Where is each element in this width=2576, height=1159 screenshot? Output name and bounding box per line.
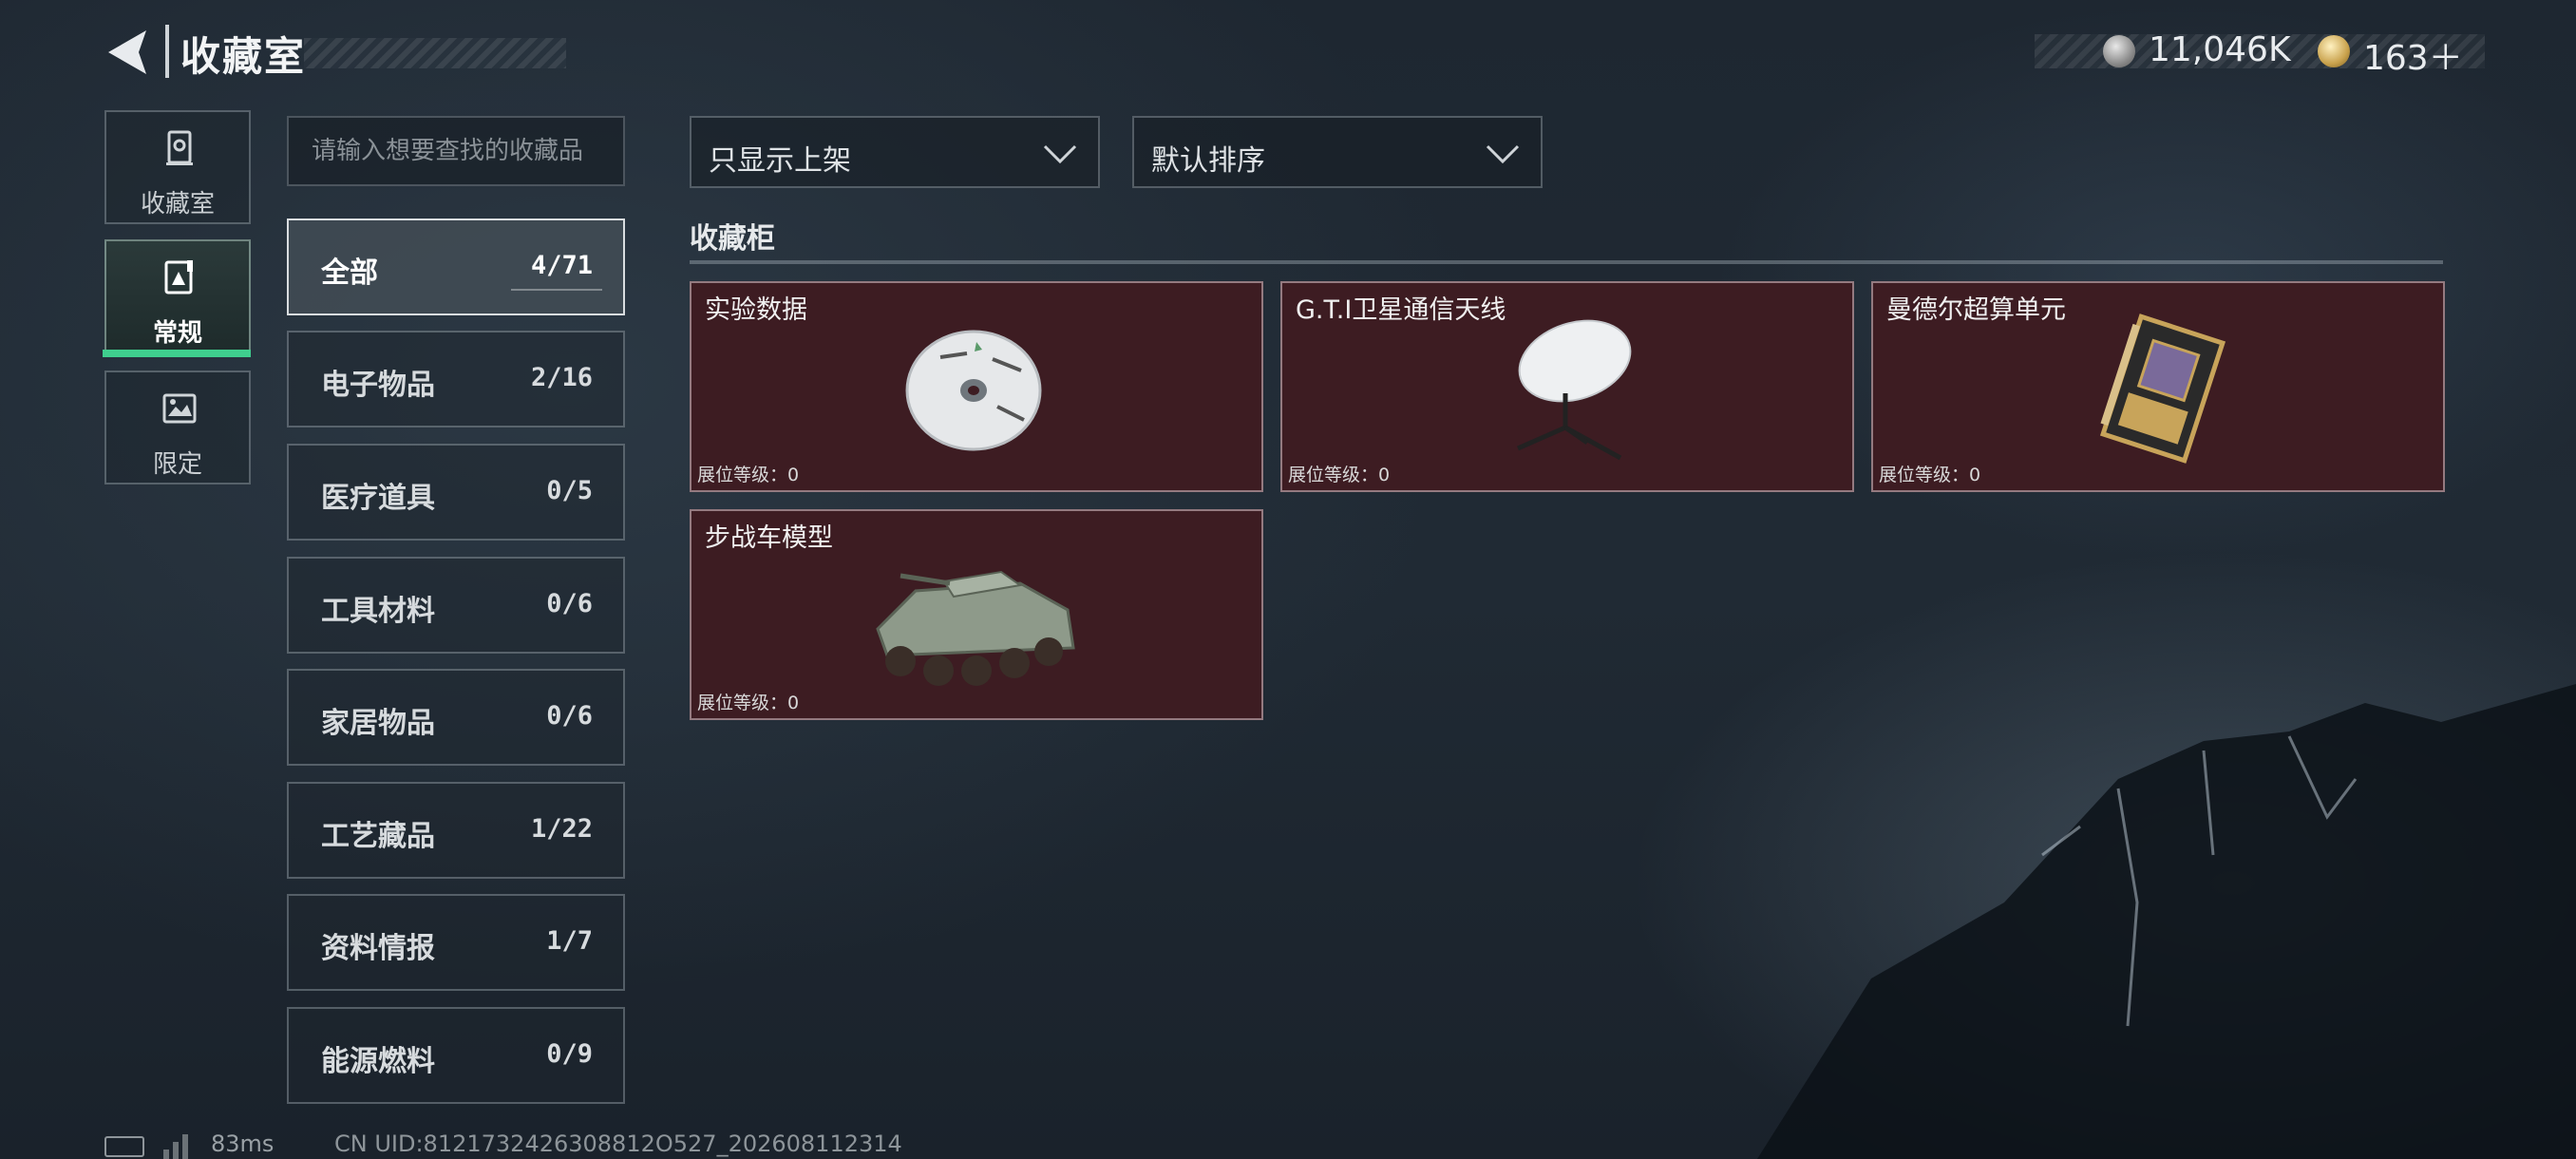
- chevron-down-icon: [1486, 144, 1520, 164]
- ping-value: 83ms: [211, 1130, 275, 1157]
- category-count: 0/5: [546, 476, 593, 505]
- item-card-satellite-antenna[interactable]: G.T.I卫星通信天线 展位等级：0: [1280, 281, 1854, 492]
- category-all[interactable]: 全部 4/71: [287, 218, 625, 315]
- category-count: 4/71: [530, 251, 593, 280]
- item-name: G.T.I卫星通信天线: [1296, 295, 1506, 325]
- category-electronics[interactable]: 电子物品 2/16: [287, 331, 625, 428]
- active-tab-indicator: [103, 350, 251, 357]
- sort-dropdown[interactable]: 默认排序: [1132, 116, 1543, 188]
- back-arrow-icon[interactable]: [103, 27, 156, 78]
- item-card-ifv-model[interactable]: 步战车模型 展位等级：0: [690, 509, 1263, 720]
- booth-level: 展位等级：0: [697, 693, 800, 713]
- item-card-computing-unit[interactable]: 曼德尔超算单元 展位等级：0: [1871, 281, 2445, 492]
- satellite-dish-icon: [1516, 319, 1632, 461]
- gold-coin-icon: [2318, 35, 2350, 67]
- category-tools[interactable]: 工具材料 0/6: [287, 557, 625, 654]
- collection-room-icon: [166, 130, 193, 165]
- category-medical[interactable]: 医疗道具 0/5: [287, 444, 625, 541]
- tab-collection-room[interactable]: 收藏室: [104, 110, 251, 224]
- category-name: 全部: [321, 256, 378, 290]
- category-fuel[interactable]: 能源燃料 0/9: [287, 1007, 625, 1104]
- item-name: 曼德尔超算单元: [1886, 295, 2066, 325]
- category-name: 工艺藏品: [321, 820, 435, 853]
- booth-level: 展位等级：0: [1879, 465, 1981, 485]
- silver-currency-value: 11,046K: [2149, 30, 2291, 69]
- category-count: 0/6: [546, 701, 593, 731]
- booth-level: 展位等级：0: [697, 465, 800, 485]
- display-filter-dropdown[interactable]: 只显示上架: [690, 116, 1100, 188]
- category-name: 医疗道具: [321, 482, 435, 515]
- count-underline: [511, 289, 602, 291]
- item-name: 步战车模型: [705, 523, 833, 553]
- limited-image-icon: [162, 393, 197, 424]
- item-name: 实验数据: [705, 295, 807, 325]
- tab-label: 收藏室: [140, 190, 215, 218]
- display-filter-value: 只显示上架: [709, 144, 851, 178]
- booth-level: 展位等级：0: [1288, 465, 1391, 485]
- signal-icon: [163, 1134, 188, 1159]
- uid-text: CN UID:8121732426308812O527_202608112314: [334, 1130, 902, 1157]
- chevron-down-icon: [1043, 144, 1077, 164]
- regular-card-icon: [164, 260, 193, 294]
- data-disc-icon: [905, 330, 1042, 451]
- silver-coin-icon: [2103, 35, 2135, 67]
- category-count: 1/7: [546, 926, 593, 956]
- battery-icon: [104, 1136, 144, 1157]
- gold-currency-value[interactable]: 163＋: [2363, 30, 2463, 80]
- tab-label: 常规: [152, 319, 202, 348]
- tab-limited[interactable]: 限定: [104, 370, 251, 484]
- category-name: 家居物品: [321, 707, 435, 740]
- category-name: 资料情报: [321, 932, 435, 965]
- background-ridge: [1757, 684, 2576, 1159]
- tab-label: 限定: [152, 450, 202, 479]
- category-count: 0/9: [546, 1039, 593, 1069]
- category-count: 2/16: [530, 363, 593, 392]
- ifv-model-icon: [876, 570, 1075, 686]
- category-count: 0/6: [546, 589, 593, 618]
- title-stripe: [304, 38, 566, 68]
- page-title: 收藏室: [180, 33, 307, 80]
- category-crafts[interactable]: 工艺藏品 1/22: [287, 782, 625, 879]
- computing-unit-icon: [2099, 314, 2226, 464]
- category-intel[interactable]: 资料情报 1/7: [287, 894, 625, 991]
- header-separator: [165, 25, 169, 78]
- category-household[interactable]: 家居物品 0/6: [287, 669, 625, 766]
- cabinet-title: 收藏柜: [690, 222, 775, 256]
- category-count: 1/22: [530, 814, 593, 844]
- item-card-experiment-data[interactable]: 实验数据 展位等级：0: [690, 281, 1263, 492]
- category-name: 工具材料: [321, 595, 435, 628]
- category-name: 能源燃料: [321, 1045, 435, 1078]
- tab-regular[interactable]: 常规: [104, 239, 251, 353]
- search-input[interactable]: [287, 116, 625, 186]
- category-name: 电子物品: [321, 369, 435, 402]
- sort-value: 默认排序: [1151, 144, 1265, 178]
- cabinet-divider: [690, 260, 2443, 264]
